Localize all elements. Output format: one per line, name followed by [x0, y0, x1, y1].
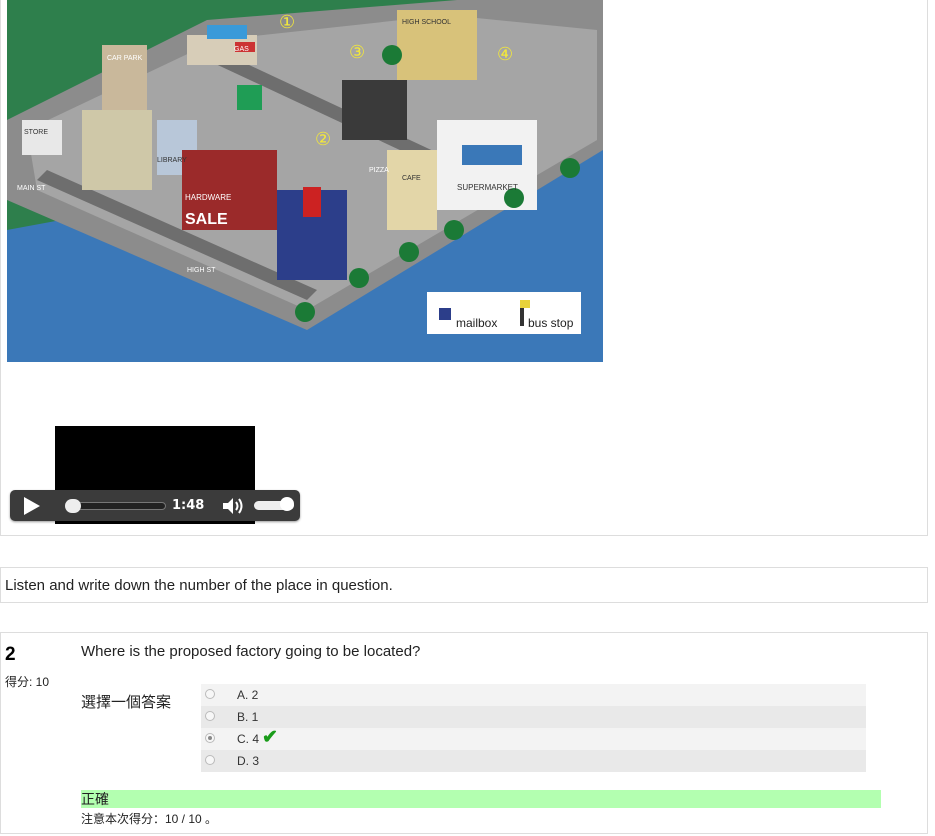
sign-pizza: PIZZA — [369, 167, 389, 174]
media-card: ① ② ③ ④ CAR PARK GAS HIGH SCHOOL STORE L… — [0, 0, 928, 536]
sign-high-school: HIGH SCHOOL — [402, 19, 451, 26]
option-c-label: C. 4 — [237, 732, 260, 746]
option-a-label: A. 2 — [237, 688, 259, 702]
town-map-image: ① ② ③ ④ CAR PARK GAS HIGH SCHOOL STORE L… — [7, 0, 603, 362]
option-b-label: B. 1 — [237, 710, 259, 724]
instruction-box: Listen and write down the number of the … — [0, 567, 928, 603]
legend-mailbox: mailbox — [456, 316, 497, 330]
option-b[interactable]: B. 1 — [201, 706, 866, 728]
feedback-correct: 正確 — [81, 790, 881, 808]
option-c-radio[interactable] — [205, 733, 215, 743]
volume-handle[interactable] — [280, 497, 294, 511]
sign-supermarket: SUPERMARKET — [457, 183, 518, 192]
sign-gas: GAS — [234, 46, 249, 53]
question-card: 2 得分: 10 Where is the proposed factory g… — [0, 632, 928, 834]
question-number: 2 — [5, 644, 16, 665]
answer-options: A. 2 B. 1 C. 4 ✔ D. 3 — [201, 684, 866, 772]
option-c[interactable]: C. 4 ✔ — [201, 727, 866, 750]
marker-4: ④ — [497, 44, 513, 65]
score-note: 注意本次得分：10 / 10 。 — [81, 812, 218, 826]
sign-library: LIBRARY — [157, 157, 187, 164]
sign-main-st: MAIN ST — [17, 185, 46, 192]
volume-icon[interactable] — [221, 496, 245, 516]
instruction-text: Listen and write down the number of the … — [5, 577, 393, 594]
playback-time: 1:48 — [172, 498, 205, 513]
progress-bar[interactable] — [65, 499, 166, 513]
legend-bus-stop: bus stop — [528, 316, 574, 330]
option-b-radio[interactable] — [205, 711, 215, 721]
sign-sale: SALE — [185, 211, 228, 228]
option-a[interactable]: A. 2 — [201, 684, 866, 706]
sign-hardware: HARDWARE — [185, 193, 231, 202]
sign-cafe: CAFE — [402, 175, 421, 182]
option-d[interactable]: D. 3 — [201, 750, 866, 772]
play-icon[interactable] — [24, 497, 40, 515]
sign-store: STORE — [24, 129, 48, 136]
question-score: 得分: 10 — [5, 675, 50, 689]
progress-handle[interactable] — [65, 499, 81, 513]
marker-3: ③ — [349, 42, 365, 63]
option-d-radio[interactable] — [205, 755, 215, 765]
question-text: Where is the proposed factory going to b… — [81, 643, 421, 660]
audio-player-controls: 1:48 — [10, 490, 300, 521]
marker-1: ① — [279, 12, 295, 33]
option-d-label: D. 3 — [237, 754, 260, 768]
sign-high-st: HIGH ST — [187, 267, 216, 274]
option-a-radio[interactable] — [205, 689, 215, 699]
sign-car-park: CAR PARK — [107, 55, 143, 62]
correct-check-icon: ✔ — [262, 727, 278, 748]
marker-2: ② — [315, 129, 331, 150]
answer-prompt: 選擇一個答案 — [81, 694, 172, 711]
